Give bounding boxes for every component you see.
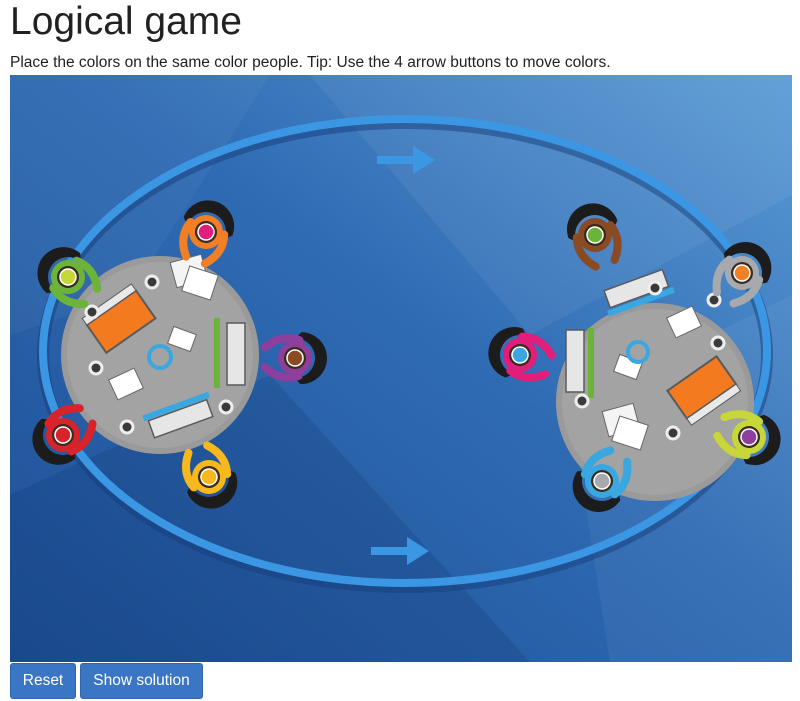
instructions-text: Place the colors on the same color peopl… [10, 54, 611, 71]
cup-icon [119, 419, 135, 435]
game-canvas [10, 75, 792, 662]
cup-icon [218, 399, 234, 415]
cup-icon [647, 280, 663, 296]
show-solution-button[interactable]: Show solution [80, 663, 203, 699]
cup-icon [665, 425, 681, 441]
page-title: Logical game [10, 0, 242, 43]
color-token-brown[interactable] [286, 349, 304, 367]
monitor-icon [565, 328, 594, 398]
controls: Reset Show solution [10, 663, 203, 699]
cup-icon [84, 304, 100, 320]
cup-icon [710, 335, 726, 351]
cup-icon [88, 360, 104, 376]
reset-button[interactable]: Reset [10, 663, 76, 699]
monitor-icon [214, 318, 246, 388]
cup-icon [574, 393, 590, 409]
game-board [10, 75, 792, 662]
cup-icon [144, 274, 160, 290]
